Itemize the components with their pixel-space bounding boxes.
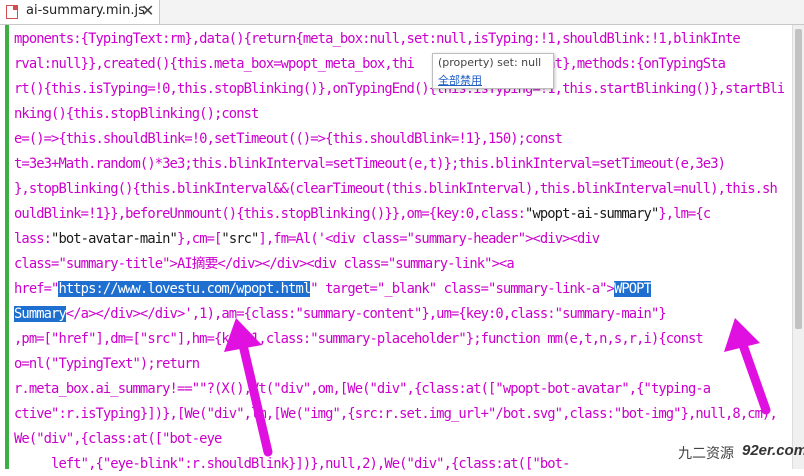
code-text: ],fm=Al(' <box>258 231 326 247</box>
code-line: ctive":r.isTyping}])},[We("div",lm,[We("… <box>14 402 784 426</box>
code-text: We("div",{class:at(["bot-eye <box>14 431 222 447</box>
code-editor[interactable]: mponents:{TypingText:rm},data(){return{m… <box>0 25 792 472</box>
code-line: nking(){this.stopBlinking();const <box>14 102 784 126</box>
tab-label: ai-summary.min.js <box>26 3 145 18</box>
watermark: 九二资源 92er.com <box>678 441 804 465</box>
code-text: },cm=[ <box>176 231 222 247</box>
watermark-site: 92er.com <box>742 442 804 459</box>
file-tab[interactable]: ai-summary.min.js ✕ <box>0 0 160 24</box>
close-icon[interactable]: ✕ <box>141 1 154 21</box>
code-text: mponents:{TypingText:rm},data(){return{m… <box>14 31 741 47</box>
code-text: o=nl("TypingText");return <box>14 356 200 372</box>
code-line: We("div",{class:at(["bot-eye <box>14 427 784 451</box>
string-literal: "wpopt-ai-summary" <box>525 206 659 222</box>
selected-text[interactable]: Summary <box>14 306 67 322</box>
selected-text[interactable]: WPOPT <box>613 281 652 297</box>
code-text: ,pm=["href"],dm=["src"],hm={key:1,class:… <box>14 331 704 347</box>
code-text: class="summary-title">AI摘要</div></div><d… <box>14 256 515 272</box>
code-text: r.meta_box.ai_summary!==""?(X(),Vt("div"… <box>14 381 711 397</box>
code-line: Summary</a></div></div>',1),am={class:"s… <box>14 302 784 326</box>
code-text: },lm={c <box>658 206 711 222</box>
watermark-cn: 九二资源 <box>678 446 734 462</box>
code-line: class="summary-title">AI摘要</div></div><d… <box>14 252 784 276</box>
code-line: lass:"bot-avatar-main"},cm=["src"],fm=Al… <box>14 227 784 251</box>
code-line: rval:null}},created(){this.meta_box=wpop… <box>14 52 784 76</box>
code-line: e=()=>{this.shouldBlink=!0,setTimeout(()… <box>14 127 784 151</box>
code-line: href="https://www.lovestu.com/wpopt.html… <box>14 277 784 301</box>
hover-tooltip: (property) set: null 全部禁用 <box>432 53 554 89</box>
code-text: " target="_blank" class="summary-link-a"… <box>310 281 615 297</box>
tab-bar: ai-summary.min.js ✕ <box>0 0 804 25</box>
code-line: o=nl("TypingText");return <box>14 352 784 376</box>
code-text: lass: <box>14 231 52 247</box>
code-text: rval:null}},created(){this.meta_box=wpop… <box>14 56 415 72</box>
js-file-icon <box>6 5 18 19</box>
selected-url[interactable]: https://www.lovestu.com/wpopt.html <box>58 281 311 297</box>
vertical-scrollbar[interactable] <box>792 25 804 469</box>
code-text: e=()=>{this.shouldBlink=!0,setTimeout(()… <box>14 131 563 147</box>
string-literal: "bot-avatar-main" <box>51 231 178 247</box>
code-text: nking(){this.stopBlinking();const <box>14 106 259 122</box>
code-text: left",{"eye-blink":r.shouldBlink}])},nul… <box>14 456 570 472</box>
code-line: t=3e3+Math.random()*3e3;this.blinkInterv… <box>14 152 784 176</box>
code-line: },stopBlinking(){this.blinkInterval&&(cl… <box>14 177 784 201</box>
string-literal: "src" <box>221 231 259 247</box>
code-text: href=" <box>14 281 59 297</box>
code-line: ,pm=["href"],dm=["src"],hm={key:1,class:… <box>14 327 784 351</box>
change-gutter-bar <box>5 25 9 469</box>
code-line: rt(){this.isTyping=!0,this.stopBlinking(… <box>14 77 784 101</box>
code-line: r.meta_box.ai_summary!==""?(X(),Vt("div"… <box>14 377 784 401</box>
scrollbar-thumb[interactable] <box>795 29 802 329</box>
code-text: <div class="summary-header"><div><div <box>325 231 600 247</box>
code-text: },stopBlinking(){this.blinkInterval&&(cl… <box>14 181 778 197</box>
code-text: ouldBlink=!1}},beforeUnmount(){this.stop… <box>14 206 526 222</box>
code-line: ouldBlink=!1}},beforeUnmount(){this.stop… <box>14 202 784 226</box>
disable-all-link[interactable]: 全部禁用 <box>438 72 482 88</box>
code-line: mponents:{TypingText:rm},data(){return{m… <box>14 27 784 51</box>
tooltip-signature: (property) set: null <box>438 56 542 69</box>
code-text: rt(){this.isTyping=!0,this.stopBlinking(… <box>14 81 784 97</box>
code-text: </a></div></div>',1),am={class:"summary-… <box>65 306 667 322</box>
code-text: t=3e3+Math.random()*3e3;this.blinkInterv… <box>14 156 726 172</box>
code-text: ctive":r.isTyping}])},[We("div",lm,[We("… <box>14 406 778 422</box>
code-line: left",{"eye-blink":r.shouldBlink}])},nul… <box>14 452 784 476</box>
